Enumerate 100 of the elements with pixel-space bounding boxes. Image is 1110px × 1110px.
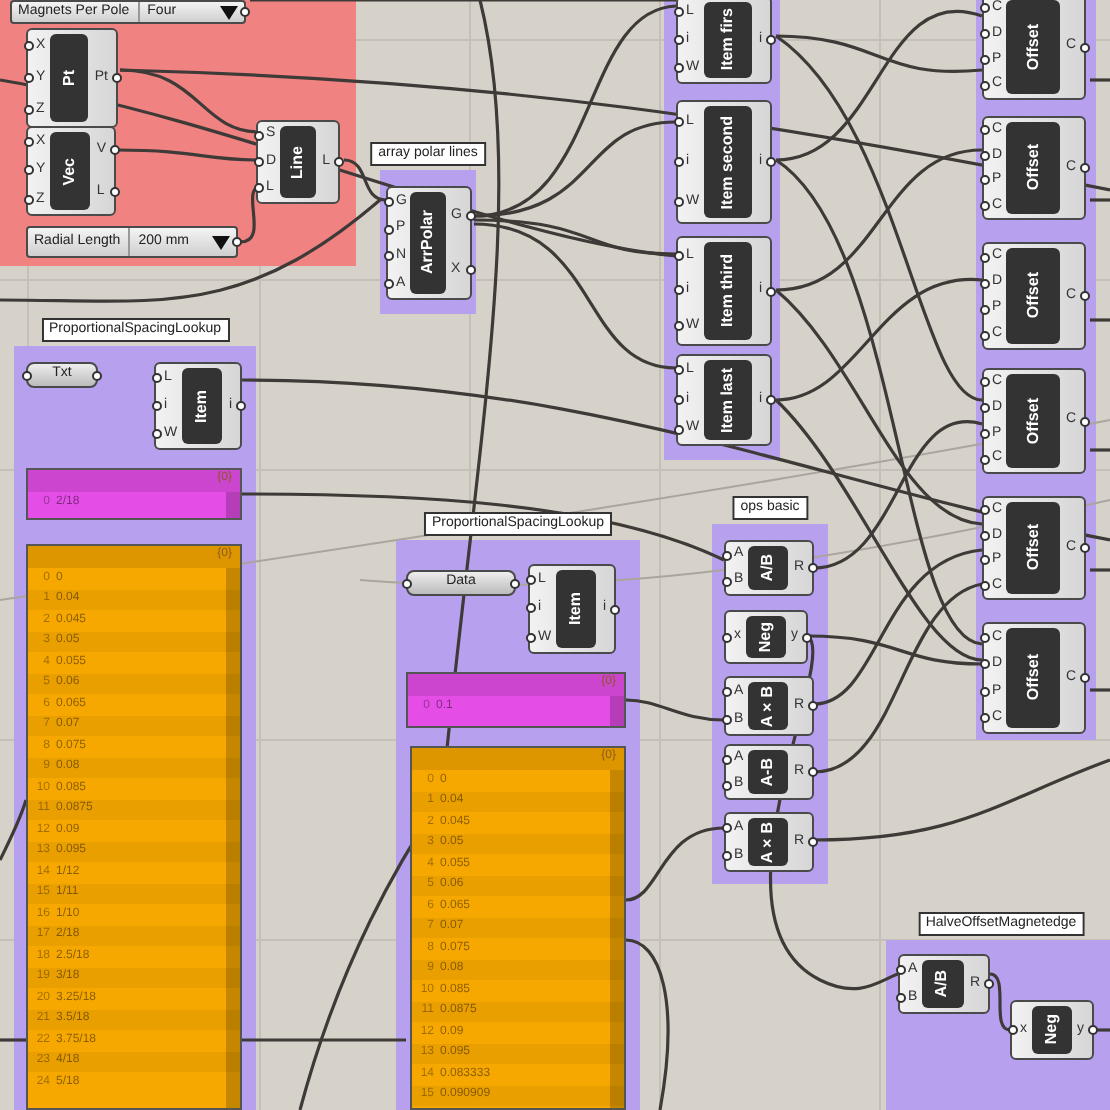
- grip-icon[interactable]: [766, 286, 776, 296]
- grip-icon[interactable]: [1080, 42, 1090, 52]
- grip-icon[interactable]: [808, 563, 818, 573]
- grip-icon[interactable]: [674, 157, 684, 167]
- grip-icon[interactable]: [896, 993, 906, 1003]
- grip-icon[interactable]: [674, 7, 684, 17]
- scrollbar[interactable]: [226, 492, 240, 518]
- grip-icon[interactable]: [980, 403, 990, 414]
- grip-icon[interactable]: [674, 321, 684, 332]
- grip-icon[interactable]: [980, 454, 990, 465]
- grip-icon[interactable]: [384, 224, 394, 235]
- grip-icon[interactable]: [980, 330, 990, 340]
- grip-icon[interactable]: [384, 196, 394, 207]
- grip-icon[interactable]: [722, 780, 732, 790]
- grip-icon[interactable]: [980, 80, 990, 91]
- grip-icon[interactable]: [24, 73, 34, 83]
- grip-icon[interactable]: [980, 555, 990, 566]
- grip-icon[interactable]: [92, 370, 102, 380]
- grip-icon[interactable]: [24, 165, 34, 176]
- grip-icon[interactable]: [980, 659, 990, 670]
- grip-icon[interactable]: [980, 125, 990, 136]
- grip-icon[interactable]: [24, 105, 34, 115]
- grip-icon[interactable]: [722, 576, 732, 586]
- grip-icon[interactable]: [808, 767, 818, 777]
- grip-icon[interactable]: [980, 632, 990, 643]
- grip-icon[interactable]: [152, 401, 162, 411]
- grip-icon[interactable]: [980, 530, 990, 541]
- grip-icon[interactable]: [722, 550, 732, 560]
- grip-icon[interactable]: [384, 279, 394, 290]
- grip-icon[interactable]: [766, 395, 776, 405]
- grip-icon[interactable]: [980, 278, 990, 288]
- grip-icon[interactable]: [526, 632, 536, 643]
- grip-icon[interactable]: [766, 157, 776, 167]
- grip-icon[interactable]: [1080, 291, 1090, 301]
- grip-icon[interactable]: [722, 715, 732, 725]
- grip-icon[interactable]: [980, 377, 990, 388]
- grip-icon[interactable]: [384, 251, 394, 262]
- grip-icon[interactable]: [236, 401, 246, 411]
- grip-icon[interactable]: [254, 156, 264, 167]
- grip-icon[interactable]: [112, 73, 122, 83]
- scrollbar[interactable]: [610, 696, 624, 726]
- grip-icon[interactable]: [722, 632, 732, 642]
- grip-icon[interactable]: [466, 265, 476, 276]
- grip-icon[interactable]: [22, 370, 32, 380]
- grip-icon[interactable]: [896, 965, 906, 975]
- grip-icon[interactable]: [674, 63, 684, 73]
- grip-icon[interactable]: [240, 7, 250, 17]
- grip-icon[interactable]: [980, 304, 990, 314]
- grip-icon[interactable]: [980, 54, 990, 65]
- grip-icon[interactable]: [1080, 416, 1090, 426]
- grip-icon[interactable]: [674, 35, 684, 45]
- grip-icon[interactable]: [152, 429, 162, 439]
- grip-icon[interactable]: [674, 117, 684, 127]
- grip-icon[interactable]: [1080, 673, 1090, 683]
- panel[interactable]: [26, 544, 242, 1110]
- grip-icon[interactable]: [674, 394, 684, 405]
- grip-icon[interactable]: [980, 686, 990, 697]
- grip-icon[interactable]: [674, 250, 684, 261]
- grip-icon[interactable]: [152, 373, 162, 383]
- grip-icon[interactable]: [980, 3, 990, 14]
- grip-icon[interactable]: [722, 851, 732, 861]
- grip-icon[interactable]: [232, 237, 242, 247]
- grip-icon[interactable]: [526, 603, 536, 614]
- grip-icon[interactable]: [722, 754, 732, 764]
- scrollbar[interactable]: [610, 770, 624, 1108]
- grip-icon[interactable]: [110, 144, 120, 155]
- grip-icon[interactable]: [1008, 1025, 1018, 1035]
- grip-icon[interactable]: [808, 701, 818, 711]
- grip-icon[interactable]: [254, 130, 264, 141]
- grip-icon[interactable]: [808, 837, 818, 847]
- grip-icon[interactable]: [254, 183, 264, 194]
- grip-icon[interactable]: [1080, 163, 1090, 173]
- grip-icon[interactable]: [610, 604, 620, 614]
- grip-icon[interactable]: [24, 41, 34, 51]
- grip-icon[interactable]: [980, 175, 990, 186]
- grip-icon[interactable]: [766, 35, 776, 45]
- dropdown-icon[interactable]: [212, 235, 230, 249]
- grip-icon[interactable]: [980, 580, 990, 591]
- grip-icon[interactable]: [984, 979, 994, 989]
- dropdown-icon[interactable]: [220, 5, 238, 19]
- grip-icon[interactable]: [980, 505, 990, 516]
- grip-icon[interactable]: [722, 823, 732, 833]
- grip-icon[interactable]: [674, 365, 684, 376]
- grip-icon[interactable]: [980, 252, 990, 262]
- grip-icon[interactable]: [980, 200, 990, 211]
- grip-icon[interactable]: [674, 197, 684, 207]
- grip-icon[interactable]: [24, 194, 34, 205]
- grip-icon[interactable]: [980, 150, 990, 161]
- grip-icon[interactable]: [110, 187, 120, 198]
- scrollbar[interactable]: [226, 568, 240, 1108]
- grip-icon[interactable]: [980, 713, 990, 724]
- grip-icon[interactable]: [802, 632, 812, 642]
- grip-icon[interactable]: [466, 210, 476, 221]
- grip-icon[interactable]: [980, 29, 990, 40]
- grip-icon[interactable]: [24, 137, 34, 148]
- grip-icon[interactable]: [674, 424, 684, 435]
- grip-icon[interactable]: [1080, 543, 1090, 553]
- grip-icon[interactable]: [980, 428, 990, 439]
- grip-icon[interactable]: [334, 157, 344, 167]
- grip-icon[interactable]: [402, 578, 412, 588]
